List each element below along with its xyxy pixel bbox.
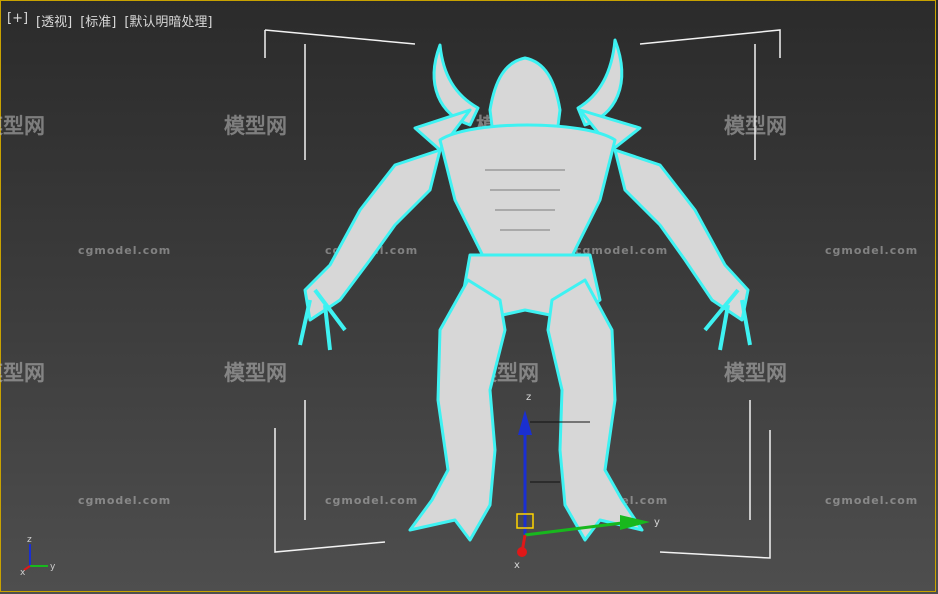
gizmo-y-label: y [654, 517, 660, 528]
world-x-label: x [20, 568, 26, 578]
gizmo-z-arrow[interactable] [518, 410, 532, 435]
watermark-en: cgmodel.com [825, 244, 918, 257]
gizmo-z-label: z [526, 392, 531, 403]
watermark-cn: 模型网 [0, 361, 45, 385]
left-leg [408, 278, 507, 542]
watermark-en: cgmodel.com [325, 494, 418, 507]
gizmo-x-arrow[interactable] [517, 547, 527, 557]
watermark-en: cgmodel.com [78, 244, 171, 257]
gizmo-x-label: x [514, 560, 520, 571]
watermark-en: cgmodel.com [78, 494, 171, 507]
left-arm [303, 148, 442, 322]
watermark-cn: 模型网 [0, 114, 45, 138]
world-z-label: z [27, 535, 32, 545]
world-y-label: y [50, 562, 56, 572]
watermark-cn: 模型网 [724, 361, 787, 385]
watermark-cn: 模型网 [224, 361, 287, 385]
watermark-en: cgmodel.com [825, 494, 918, 507]
scene-canvas[interactable]: 模型网 模型网 模型网 模型网 模型网 模型网 模型网 模型网 cgmodel.… [0, 0, 938, 594]
right-arm [613, 148, 750, 322]
world-axis-tripod: z y x [20, 535, 56, 578]
watermark-cn: 模型网 [224, 114, 287, 138]
